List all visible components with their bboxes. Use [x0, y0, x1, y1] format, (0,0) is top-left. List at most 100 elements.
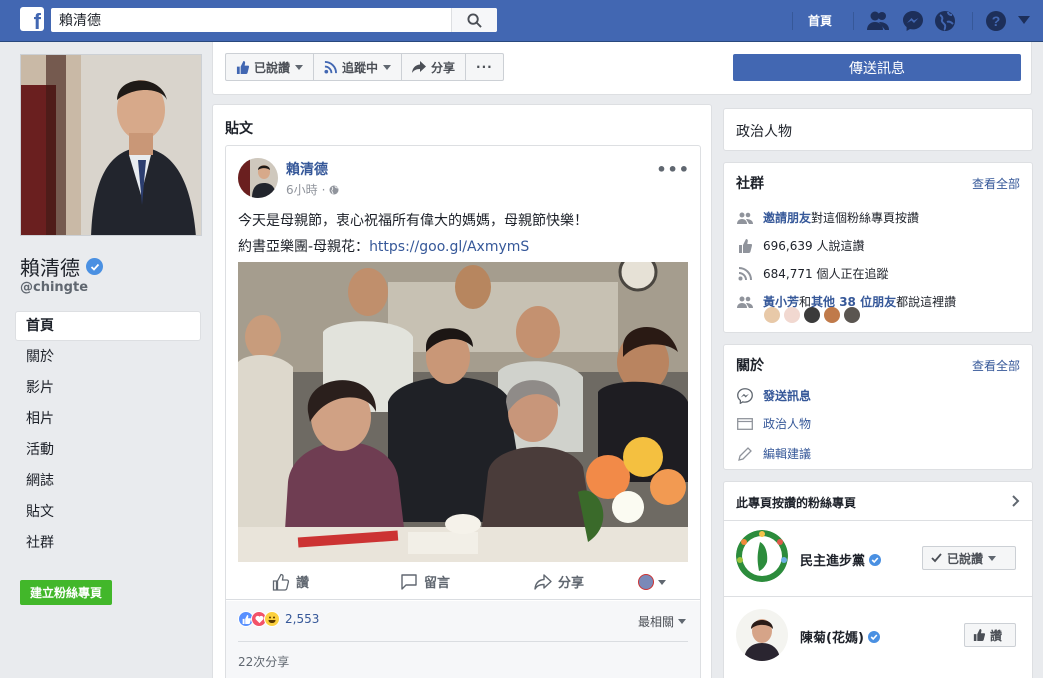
left-nav-notes[interactable]: 網誌: [15, 465, 201, 496]
messenger-icon: [736, 387, 754, 404]
friend-avatar[interactable]: [804, 307, 820, 323]
invite-friends-row: 邀請朋友對這個粉絲專頁按讚: [736, 209, 919, 226]
page-category[interactable]: 政治人物: [736, 121, 792, 141]
page-name-heading: 賴清德: [20, 252, 103, 281]
left-navigation: 首頁 關於 影片 相片 活動 網誌 貼文 社群: [15, 311, 201, 558]
liked-page-liked-label: 已說讚: [947, 551, 984, 566]
total-follows-text: 684,771 個人正在追蹤: [763, 267, 889, 281]
chen-chu-avatar[interactable]: [736, 609, 788, 661]
reactions-summary: 2,553 最相關 22次分享: [226, 601, 700, 678]
total-likes-text: 696,639 人說這讚: [763, 239, 865, 253]
rss-follow-icon: [324, 60, 338, 74]
post-options-icon[interactable]: •••: [656, 160, 690, 179]
friend-avatar[interactable]: [824, 307, 840, 323]
profile-picture[interactable]: [20, 54, 202, 236]
following-button[interactable]: 追蹤中: [313, 53, 403, 81]
messenger-icon[interactable]: [902, 10, 924, 32]
search-input[interactable]: [51, 8, 451, 32]
post-comment-button[interactable]: 留言: [400, 572, 450, 591]
community-box: 社群 查看全部 邀請朋友對這個粉絲專頁按讚 696,639 人說這讚 684,7…: [723, 162, 1033, 333]
public-globe-icon[interactable]: [329, 185, 339, 195]
post-link[interactable]: https://goo.gl/AxmymS: [369, 239, 529, 255]
post-as-selector[interactable]: [638, 574, 666, 590]
about-box: 關於 查看全部 發送訊息 政治人物 編輯建議: [723, 344, 1033, 470]
share-button[interactable]: 分享: [401, 53, 467, 81]
verified-badge-icon: [867, 630, 880, 643]
chevron-right-icon[interactable]: [1012, 495, 1020, 507]
more-options-button[interactable]: ···: [465, 53, 504, 81]
search-button[interactable]: [451, 8, 497, 32]
post-author-name[interactable]: 賴清德: [286, 159, 328, 179]
left-nav-photos[interactable]: 相片: [15, 403, 201, 434]
friend-avatar[interactable]: [844, 307, 860, 323]
notifications-globe-icon[interactable]: [934, 10, 956, 32]
community-title: 社群: [736, 176, 764, 192]
friend-avatar[interactable]: [784, 307, 800, 323]
haha-reaction-icon: [264, 611, 280, 627]
total-follows-row: 684,771 個人正在追蹤: [736, 265, 888, 282]
liked-page-name[interactable]: 陳菊(花媽): [800, 627, 880, 646]
left-nav-community[interactable]: 社群: [15, 527, 201, 558]
top-navigation-bar: f 首頁 ?: [0, 0, 1043, 42]
left-nav-posts[interactable]: 貼文: [15, 496, 201, 527]
meta-dot: ·: [321, 182, 326, 197]
about-send-message-link[interactable]: 發送訊息: [763, 387, 811, 404]
dpp-logo[interactable]: [736, 530, 788, 582]
post-text-line1: 今天是母親節，衷心祝福所有偉大的媽媽，母親節快樂！: [238, 213, 588, 229]
post-like-label: 讚: [296, 576, 310, 591]
create-page-button[interactable]: 建立粉絲專頁: [20, 580, 113, 605]
search-icon: [467, 13, 482, 28]
acting-as-avatar: [638, 574, 654, 590]
post-card: 賴清德 6小時 · ••• 今天是母親節，衷心祝福所有偉大的媽媽，母親節快樂！ …: [225, 145, 701, 678]
thumbs-up-outline-icon: [272, 573, 290, 591]
post-author-avatar[interactable]: [238, 158, 278, 198]
liked-pages-title: 此專頁按讚的粉絲專頁: [736, 496, 857, 510]
liked-page-row: 民主進步黨 已說讚: [724, 520, 1032, 590]
about-see-all-link[interactable]: 查看全部: [972, 357, 1020, 374]
following-button-label: 追蹤中: [342, 60, 379, 75]
left-nav-events[interactable]: 活動: [15, 434, 201, 465]
help-icon[interactable]: ?: [985, 10, 1007, 32]
post-share-button[interactable]: 分享: [534, 572, 584, 591]
post-text: 今天是母親節，衷心祝福所有偉大的媽媽，母親節快樂！ 約書亞樂團-母親花：http…: [238, 208, 690, 260]
facebook-logo-icon[interactable]: f: [20, 7, 44, 31]
post-timestamp[interactable]: 6小時: [286, 181, 318, 198]
chevron-down-icon: [295, 64, 304, 70]
nav-divider: [853, 12, 854, 30]
post-like-button[interactable]: 讚: [272, 572, 309, 591]
more-dots-icon: ···: [476, 60, 493, 74]
total-likes-row: 696,639 人說這讚: [736, 237, 864, 254]
liked-page-like-button[interactable]: 讚: [964, 623, 1016, 647]
about-suggest-edit-link[interactable]: 編輯建議: [763, 445, 811, 462]
left-nav-home[interactable]: 首頁: [15, 311, 201, 341]
left-nav-videos[interactable]: 影片: [15, 372, 201, 403]
account-menu-caret-icon[interactable]: [1018, 16, 1030, 24]
comment-sort-dropdown[interactable]: 最相關: [638, 613, 686, 630]
left-nav-about[interactable]: 關於: [15, 341, 201, 372]
friends-icon: [736, 296, 754, 308]
community-see-all-link[interactable]: 查看全部: [972, 175, 1020, 192]
page-handle[interactable]: @chingte: [20, 280, 88, 295]
liked-page-name[interactable]: 民主進步黨: [800, 550, 882, 569]
search-box: [51, 8, 497, 32]
shares-count[interactable]: 22次分享: [238, 641, 688, 670]
reactions-count[interactable]: 2,553: [238, 611, 319, 627]
chevron-down-icon: [678, 619, 686, 624]
nav-home-link[interactable]: 首頁: [808, 12, 832, 29]
friend-avatar[interactable]: [764, 307, 780, 323]
thumbs-up-icon: [236, 60, 249, 74]
share-button-label: 分享: [431, 60, 456, 75]
liked-button[interactable]: 已說讚: [225, 53, 315, 81]
liked-page-liked-button[interactable]: 已說讚: [922, 546, 1016, 570]
liked-pages-box: 此專頁按讚的粉絲專頁 民主進步黨 已說讚 陳菊(花媽) 讚: [723, 481, 1033, 678]
about-suggest-edit-row: 編輯建議: [736, 445, 811, 462]
chevron-down-icon: [383, 64, 392, 70]
post-photo[interactable]: [238, 262, 688, 562]
send-message-button[interactable]: 傳送訊息: [733, 54, 1021, 81]
share-arrow-icon: [412, 61, 427, 73]
post-meta: 6小時 ·: [286, 181, 339, 198]
invite-friends-link[interactable]: 邀請朋友: [763, 211, 811, 225]
pencil-icon: [736, 446, 754, 461]
about-category-link[interactable]: 政治人物: [763, 415, 811, 432]
friend-requests-icon[interactable]: [866, 10, 890, 32]
